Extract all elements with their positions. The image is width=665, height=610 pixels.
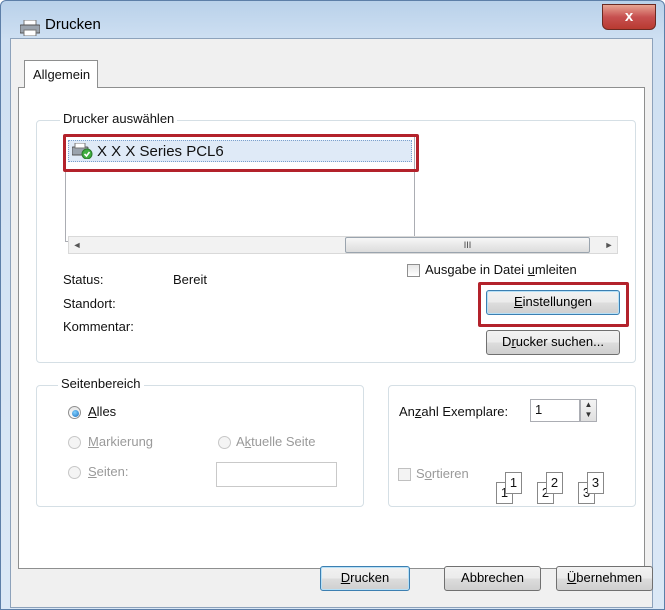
find-printer-label: ucker suchen... [515, 334, 604, 349]
collate-page-front: 3 [587, 472, 604, 494]
printer-icon [20, 20, 40, 36]
cancel-button[interactable]: Abbrechen [444, 566, 541, 591]
current-page-rest: tuelle Seite [251, 434, 316, 449]
window-title: Drucken [45, 16, 101, 33]
pages-label[interactable]: Seiten: [88, 464, 128, 479]
all-pages-rest: lles [96, 404, 117, 419]
tab-general[interactable]: Allgemein [24, 60, 98, 88]
status-label: Status: [63, 272, 104, 287]
pages-accel: S [88, 464, 97, 479]
print-to-file-accel: u [527, 262, 535, 277]
highlight-preferences [478, 282, 629, 327]
copies-label-rest: ahl Exemplare: [421, 404, 509, 419]
copies-label-pre: An [399, 404, 415, 419]
collate-page-front: 1 [505, 472, 522, 494]
comment-label: Kommentar: [63, 319, 134, 334]
current-page-pre: A [236, 434, 245, 449]
selection-accel: M [88, 434, 99, 449]
apply-rest: bernehmen [576, 570, 643, 585]
apply-accel: Ü [566, 570, 577, 585]
copies-label: Anzahl Exemplare: [399, 404, 508, 419]
highlight-printer [63, 134, 419, 172]
current-page-radio[interactable] [218, 436, 231, 449]
print-to-file-prefix: Ausgabe in Datei [425, 262, 528, 277]
print-to-file-checkbox[interactable] [407, 264, 420, 277]
spin-up-icon[interactable]: ▲ [581, 400, 596, 410]
current-page-label[interactable]: Aktuelle Seite [236, 434, 316, 449]
pages-rest: eiten: [96, 464, 129, 479]
print-button[interactable]: Drucken [320, 566, 410, 591]
collate-checkbox[interactable] [398, 468, 411, 481]
scroll-right-arrow-icon[interactable]: ► [602, 238, 616, 252]
apply-button[interactable]: Übernehmen [556, 566, 653, 591]
pages-radio[interactable] [68, 466, 81, 479]
radio-selected-dot [72, 410, 79, 417]
spin-down-icon[interactable]: ▼ [581, 410, 596, 420]
copies-input[interactable]: 1 [530, 399, 580, 422]
scroll-left-arrow-icon[interactable]: ◄ [70, 238, 84, 252]
print-rest: rucken [350, 570, 390, 585]
scroll-thumb[interactable]: III [345, 237, 590, 253]
printer-group-legend: Drucker auswählen [60, 111, 178, 126]
print-accel: D [340, 570, 351, 585]
selection-radio[interactable] [68, 436, 81, 449]
all-pages-label[interactable]: Alles [88, 404, 116, 419]
copies-spinner[interactable]: ▲ ▼ [580, 399, 597, 422]
status-value: Bereit [173, 272, 207, 287]
selection-label[interactable]: Markierung [88, 434, 153, 449]
collate-rest: rtieren [431, 466, 469, 481]
selection-rest: arkierung [98, 434, 154, 449]
all-pages-accel: A [88, 404, 97, 419]
close-icon: x [624, 8, 634, 25]
print-to-file-label[interactable]: Ausgabe in Datei umleiten [425, 262, 577, 277]
find-printer-button[interactable]: Drucker suchen... [486, 330, 620, 355]
location-label: Standort: [63, 296, 116, 311]
collate-accel: o [424, 466, 432, 481]
page-range-legend: Seitenbereich [58, 376, 144, 391]
print-to-file-suffix: mleiten [534, 262, 577, 277]
collate-pre: S [416, 466, 425, 481]
close-button[interactable]: x [602, 4, 656, 30]
pages-input[interactable] [216, 462, 337, 487]
collate-label[interactable]: Sortieren [416, 466, 469, 481]
all-pages-radio[interactable] [68, 406, 81, 419]
collate-page-front: 2 [546, 472, 563, 494]
